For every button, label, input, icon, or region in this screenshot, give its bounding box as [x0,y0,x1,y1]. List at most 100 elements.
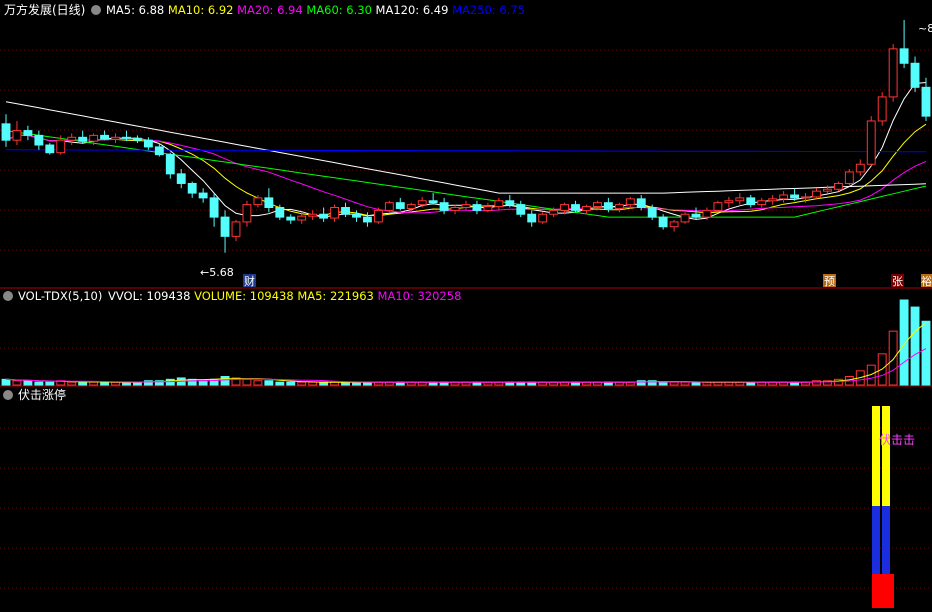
candle [122,136,131,139]
candle [34,134,44,146]
candle [625,198,635,206]
candle [165,154,175,175]
volume-bar [89,381,99,386]
signal-bar-blue [882,506,890,574]
candle [198,192,208,199]
candle [264,197,274,208]
candle [801,196,810,199]
candle [187,182,197,194]
signal-bar-yellow [882,406,890,506]
candle [132,137,142,141]
candle [384,202,394,211]
candle [560,204,570,211]
candle [78,136,88,142]
price-indicators: MA5: 6.88 MA10: 6.92 MA20: 6.94 MA60: 6.… [106,3,525,17]
stock-chart: 万方发展(日线) MA5: 6.88 MA10: 6.92 MA20: 6.94… [0,2,932,608]
volume-bar [264,380,274,386]
candles[interactable] [1,20,931,253]
volume-bar [1,378,11,386]
volume-bars[interactable] [1,299,931,386]
price-panel-title: 万方发展(日线) [4,2,85,17]
volume-bar [198,380,208,386]
volume-bar [78,381,88,386]
volume-bar [669,381,679,386]
candle [647,207,657,218]
volume-indicators: VVOL: 109438 VOLUME: 109438 MA5: 221963 … [108,289,461,303]
volume-bar [286,381,296,386]
indicator-label: VVOL: 109438 [108,289,190,303]
volume-bar [45,381,55,386]
candle [691,213,701,218]
candle [527,213,537,223]
candle [833,182,843,190]
candle [713,202,723,211]
candle [308,213,318,217]
candle [111,136,120,140]
grid-layer [0,49,932,589]
collapse-icon[interactable] [91,5,101,15]
volume-bar [899,299,909,386]
candle [855,163,865,173]
candle [56,139,66,154]
candle [844,171,854,184]
candle [582,206,591,211]
volume-bar [275,381,285,386]
candle [899,48,909,64]
volume-bar [100,381,110,386]
candle [341,207,350,215]
signal-panel-title: 伏击涨停 [18,387,66,402]
candle [319,213,329,219]
volume-bar [921,320,931,386]
earnings-marker-label: 财 [244,274,255,288]
candle [154,146,164,156]
low-price-label: ←5.68 [200,266,234,279]
candle [735,197,745,202]
candle [866,120,876,165]
volume-panel-title: VOL-TDX(5,10) [18,289,102,303]
candle [877,96,887,122]
candle [757,200,767,206]
candle [768,198,778,202]
volume-bar [658,381,668,386]
indicator-label: MA20: 6.94 [233,3,302,17]
signal-bar-blue [872,506,880,574]
candle [242,204,252,223]
indicator-label: MA60: 6.30 [303,3,372,17]
candle [439,202,449,211]
candle [516,204,526,215]
candle [910,62,920,88]
candle [483,206,493,211]
candle [220,216,230,237]
volume-bar [297,381,307,386]
candle [428,200,438,204]
candle [790,194,800,199]
candle [231,221,241,237]
candle [362,216,372,223]
collapse-icon[interactable] [3,291,13,301]
candle [417,200,427,206]
volume-header: VOL-TDX(5,10) VVOL: 109438 VOLUME: 10943… [3,289,461,303]
volume-bar [308,381,318,386]
candle [571,204,580,211]
candle [286,216,296,221]
volume-bar [67,381,77,386]
candle [702,209,712,218]
candle [592,202,602,208]
indicator-label: MA10: 6.92 [164,3,233,17]
candle [373,209,383,223]
extra-marker-label: 裕 [921,275,932,288]
volume-bar [691,381,701,386]
candle [275,207,285,218]
candle [538,213,548,223]
candle [143,139,153,148]
signal-header: 伏击涨停 [3,387,66,402]
price-header: 万方发展(日线) MA5: 6.88 MA10: 6.92 MA20: 6.94… [4,2,525,17]
candle [100,134,110,140]
candle [450,207,460,211]
candle [406,204,416,209]
indicator-label: MA120: 6.49 [372,3,449,17]
high-price-label: ~8 [918,22,932,35]
volume-bar [242,378,252,386]
candle [812,190,821,198]
collapse-icon[interactable] [3,390,13,400]
